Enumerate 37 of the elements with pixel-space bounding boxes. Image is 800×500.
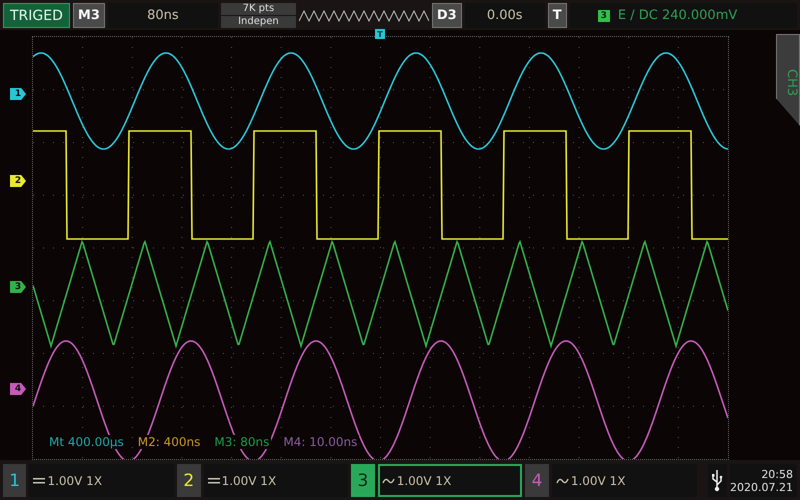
usb-icon [711, 470, 724, 492]
dc-coupling-icon [208, 476, 220, 484]
trigger-button[interactable]: T [548, 3, 567, 28]
delay-channel-button[interactable]: D3 [432, 3, 462, 28]
trigger-marker: T [375, 29, 385, 39]
measurement-label: M2: 400ns [136, 435, 202, 449]
dc-coupling-icon [33, 476, 46, 484]
trigger-source-badge: 3 [598, 10, 610, 22]
channel-settings[interactable]: 1.00V 1X [552, 464, 696, 497]
memory-mode: Indepen [220, 16, 296, 28]
channel-button[interactable]: 3 [351, 464, 375, 497]
channel-marker: 4 [10, 383, 26, 395]
math-channel-button[interactable]: M3 [72, 3, 105, 28]
measurement-label: Mt 400.00μs [47, 435, 126, 449]
clock-date: 2020.07.21 [730, 480, 794, 494]
timebase-value: 80ns [108, 3, 218, 28]
channel-scale: 1.00V 1X [396, 474, 452, 488]
trigger-setting: E / DC 240.000mV [618, 8, 738, 23]
channel-settings[interactable]: 1.00V 1X [204, 464, 348, 497]
memory-depth: 7K pts [220, 3, 296, 15]
delay-value: 0.00s [464, 3, 545, 28]
trigger-status: TRIGED [3, 3, 70, 28]
channel-button[interactable]: 1 [3, 464, 26, 497]
zigzag-icon [298, 10, 429, 22]
channel-settings[interactable]: 1.00V 1X [378, 464, 522, 497]
measurement-label: M4: 10.00ns [281, 435, 360, 449]
clock-time: 20:58 [761, 468, 794, 480]
channel-settings[interactable]: 1.00V 1X [29, 464, 174, 497]
channel-scale: 1.00V 1X [570, 474, 626, 488]
channel-scale: 1.00V 1X [222, 474, 276, 488]
channel-marker: 3 [10, 281, 26, 293]
ac-coupling-icon [556, 476, 569, 484]
channel-marker: 2 [10, 175, 26, 187]
ac-coupling-icon [382, 476, 395, 484]
channel-button[interactable]: 2 [177, 464, 201, 497]
channel-marker: 1 [10, 88, 26, 100]
channel-scale: 1.00V 1X [47, 474, 102, 488]
